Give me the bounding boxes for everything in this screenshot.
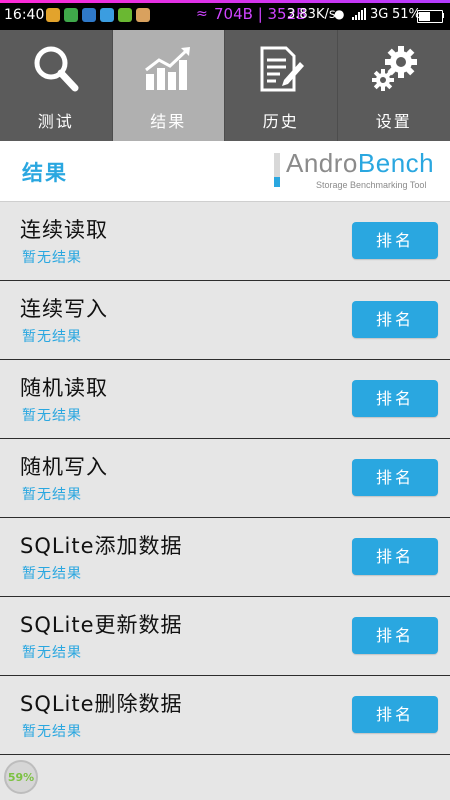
result-row-seq-read: 连续读取 暂无结果 排名 (0, 202, 450, 281)
rank-button[interactable]: 排名 (352, 696, 438, 733)
magnifier-icon (34, 46, 79, 92)
result-status: 暂无结果 (22, 329, 82, 345)
tab-settings[interactable]: 设置 (338, 30, 450, 141)
tab-label: 设置 (375, 112, 412, 131)
battery-icon (417, 10, 443, 23)
result-row-rand-read: 随机读取 暂无结果 排名 (0, 360, 450, 439)
result-row-sqlite-delete: SQLite删除数据 暂无结果 排名 (0, 676, 450, 755)
logo-bar-accent (274, 177, 280, 187)
result-status: 暂无结果 (22, 566, 82, 582)
status-time: 16:40 (4, 7, 45, 23)
notification-icons (46, 8, 150, 22)
rank-button[interactable]: 排名 (352, 617, 438, 654)
notification-app-icon (100, 8, 114, 22)
result-title: 连续写入 (20, 297, 108, 321)
notification-app-icon (64, 8, 78, 22)
status-bar-accent-line (0, 0, 450, 3)
logo-tagline: Storage Benchmarking Tool (316, 180, 427, 190)
result-title: SQLite删除数据 (20, 692, 183, 716)
memory-percent: 59% (7, 771, 35, 784)
result-title: 随机读取 (20, 376, 108, 400)
status-bar: 16:40 ≈ 704B | 352B 3.83K/s ● 3G 51% (0, 0, 450, 30)
page-title: 结果 (22, 161, 68, 185)
result-title: SQLite添加数据 (20, 534, 183, 558)
tab-label: 测试 (37, 112, 74, 131)
logo-bench: Bench (357, 148, 435, 178)
tab-test[interactable]: 测试 (0, 30, 113, 141)
rank-button[interactable]: 排名 (352, 538, 438, 575)
result-title: SQLite更新数据 (20, 613, 183, 637)
battery-level (419, 12, 430, 21)
cell-signal-icon (352, 8, 366, 20)
rank-button[interactable]: 排名 (352, 222, 438, 259)
result-status: 暂无结果 (22, 408, 82, 424)
androbench-logo: AndroBench Storage Benchmarking Tool (274, 148, 436, 195)
results-header: 结果 AndroBench Storage Benchmarking Tool (0, 141, 450, 202)
result-row-rand-write: 随机写入 暂无结果 排名 (0, 439, 450, 518)
tab-label: 历史 (262, 112, 299, 131)
rank-button[interactable]: 排名 (352, 301, 438, 338)
notification-app-icon (118, 8, 132, 22)
wifi-signal-icon: ● (334, 7, 345, 21)
tab-history[interactable]: 历史 (225, 30, 338, 141)
tab-label: 结果 (150, 112, 187, 131)
notification-app-icon (136, 8, 150, 22)
logo-andro: Andro (286, 148, 358, 178)
result-status: 暂无结果 (22, 250, 82, 266)
rank-button[interactable]: 排名 (352, 459, 438, 496)
network-type: 3G (370, 7, 389, 22)
main-tab-bar: 测试 结果 历史 设置 (0, 30, 450, 141)
result-row-sqlite-update: SQLite更新数据 暂无结果 排名 (0, 597, 450, 676)
result-status: 暂无结果 (22, 645, 82, 661)
logo-wordmark: AndroBench (286, 148, 434, 179)
result-row-sqlite-insert: SQLite添加数据 暂无结果 排名 (0, 518, 450, 597)
result-status: 暂无结果 (22, 487, 82, 503)
rank-button[interactable]: 排名 (352, 380, 438, 417)
bar-chart-icon (145, 47, 191, 90)
notification-app-icon (82, 8, 96, 22)
result-status: 暂无结果 (22, 724, 82, 740)
gears-icon (371, 46, 417, 91)
result-title: 随机写入 (20, 455, 108, 479)
result-row-seq-write: 连续写入 暂无结果 排名 (0, 281, 450, 360)
network-speed: 3.83K/s (287, 7, 336, 22)
wifi-icon: ≈ (196, 6, 208, 22)
notification-app-icon (46, 8, 60, 22)
battery-tip (442, 13, 444, 18)
result-title: 连续读取 (20, 218, 108, 242)
results-list: 连续读取 暂无结果 排名 连续写入 暂无结果 排名 随机读取 暂无结果 排名 随… (0, 202, 450, 755)
memory-float-widget[interactable]: 59% (4, 760, 38, 794)
document-pencil-icon (260, 46, 304, 92)
tab-results[interactable]: 结果 (112, 30, 225, 141)
